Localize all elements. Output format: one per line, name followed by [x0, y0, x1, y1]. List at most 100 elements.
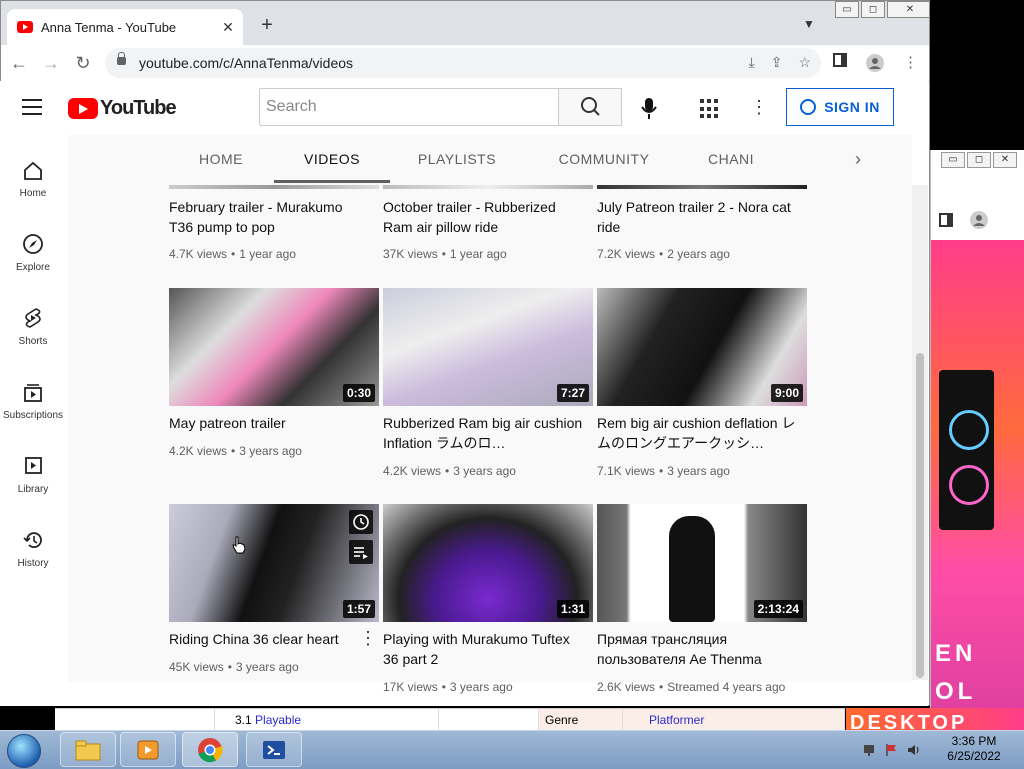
close-icon[interactable]: ✕ [993, 152, 1017, 168]
address-bar[interactable]: youtube.com/c/AnnaTenma/videos ⤓ ⇪ ☆ [105, 48, 821, 78]
add-to-queue-icon[interactable] [349, 540, 373, 564]
genre-label: Genre [539, 709, 623, 731]
video-thumbnail[interactable]: 1:57 [169, 504, 379, 622]
row-number: 3.1 [235, 713, 252, 727]
tab-videos[interactable]: VIDEOS [274, 135, 390, 183]
maximize-icon[interactable]: ◻ [967, 152, 991, 168]
settings-kebab-icon[interactable]: ⋮ [750, 97, 768, 117]
sidepanel-icon[interactable] [833, 53, 847, 67]
volume-icon[interactable] [906, 742, 922, 758]
sidebar-item-label: History [17, 558, 49, 569]
video-title[interactable]: February trailer - Murakumo T36 pump to … [169, 197, 369, 237]
sign-in-button[interactable]: SIGN IN [786, 88, 894, 126]
sidebar-item-history[interactable]: History [0, 529, 66, 569]
menu-icon[interactable] [22, 99, 42, 115]
install-icon[interactable]: ⤓ [749, 54, 755, 71]
watch-later-icon[interactable] [349, 510, 373, 534]
video-thumbnail[interactable]: 7:27 [383, 288, 593, 406]
chevron-right-icon[interactable]: › [843, 135, 873, 183]
taskbar-media-player[interactable] [120, 732, 176, 767]
video-meta: 17K views • 3 years ago [383, 680, 513, 694]
sidebar-item-explore[interactable]: Explore [0, 233, 66, 273]
minimize-icon[interactable]: ▭ [835, 1, 859, 18]
profile-icon[interactable] [865, 53, 885, 73]
video-thumbnail[interactable]: 2:13:24 [597, 504, 807, 622]
home-icon [24, 161, 42, 180]
search-input[interactable]: Search [259, 88, 559, 126]
youtube-logo[interactable]: YouTube [68, 97, 177, 120]
network-icon[interactable] [862, 742, 878, 758]
tab-community[interactable]: COMMUNITY [554, 135, 654, 183]
minimize-icon[interactable]: ▭ [941, 152, 965, 168]
video-title[interactable]: October trailer - Rubberized Ram air pil… [383, 197, 583, 237]
url-text[interactable]: youtube.com/c/AnnaTenma/videos [139, 55, 353, 71]
background-browser-window[interactable]: ▭ ◻ ✕ EN OL [930, 150, 1024, 710]
browser-tab[interactable]: Anna Tenma - YouTube ✕ [7, 9, 243, 45]
search-icon [581, 97, 600, 116]
row-link[interactable]: Playable [255, 713, 301, 727]
video-thumbnail[interactable] [383, 185, 593, 189]
video-thumbnail[interactable] [597, 185, 807, 189]
maximize-icon[interactable]: ◻ [861, 1, 885, 18]
reload-icon[interactable]: ↻ [73, 53, 93, 73]
video-title[interactable]: Прямая трансляция пользователя Ae Thenma [597, 629, 797, 669]
sidebar: Home Explore Shorts Subscriptions Librar… [0, 135, 66, 706]
sidebar-item-shorts[interactable]: Shorts [0, 307, 66, 347]
back-arrow-icon[interactable]: ← [9, 53, 29, 73]
page-scrollbar[interactable] [912, 185, 928, 680]
tab-playlists[interactable]: PLAYLISTS [412, 135, 502, 183]
action-center-flag-icon[interactable] [884, 742, 900, 758]
taskbar-explorer[interactable] [60, 732, 116, 767]
taskbar-chrome[interactable] [182, 732, 238, 767]
sidebar-item-library[interactable]: Library [0, 455, 66, 495]
tab-search-chevron-icon[interactable]: ▼ [803, 17, 815, 31]
video-action-kebab-icon[interactable]: ⋮ [359, 628, 377, 649]
search-button[interactable] [558, 88, 622, 126]
sidepanel-icon[interactable] [939, 213, 953, 227]
ad-banner-bottom[interactable]: DESKTOP [846, 708, 1024, 730]
video-title[interactable]: May patreon trailer [169, 413, 369, 433]
video-title[interactable]: Rubberized Ram big air cushion Inflation… [383, 413, 583, 453]
sidebar-item-home[interactable]: Home [0, 159, 66, 199]
video-duration: 2:13:24 [753, 600, 803, 618]
start-button[interactable] [4, 733, 44, 768]
table-cell: 3.1 Playable [229, 709, 439, 731]
video-meta: 45K views • 3 years ago [169, 660, 299, 674]
toolbar-right-actions: ⋮ [833, 53, 918, 73]
new-tab-button[interactable]: + [257, 15, 277, 35]
scrollbar-thumb[interactable] [916, 353, 924, 678]
sidebar-item-subscriptions[interactable]: Subscriptions [0, 381, 66, 421]
lock-icon[interactable] [117, 52, 126, 65]
close-icon[interactable]: ✕ [887, 1, 929, 18]
ad-pc-fan [949, 410, 989, 450]
video-thumbnail[interactable]: 1:31 [383, 504, 593, 622]
ad-text: EN [935, 640, 977, 667]
account-icon [800, 99, 817, 115]
forward-arrow-icon[interactable]: → [41, 53, 61, 73]
video-thumbnail[interactable]: 0:30 [169, 288, 379, 406]
profile-icon[interactable] [969, 210, 989, 230]
video-title[interactable]: Playing with Murakumo Tuftex 36 part 2 [383, 629, 583, 669]
genre-value[interactable]: Platformer [623, 709, 845, 731]
video-title[interactable]: July Patreon trailer 2 - Nora cat ride [597, 197, 797, 237]
taskbar-clock[interactable]: 3:36 PM 6/25/2022 [946, 734, 1002, 764]
sidebar-item-label: Library [17, 484, 49, 495]
video-thumbnail[interactable] [169, 185, 379, 189]
video-thumbnail[interactable]: 9:00 [597, 288, 807, 406]
tab-channels[interactable]: CHANI [708, 135, 768, 183]
video-title[interactable]: Rem big air cushion deflation レムのロングエアーク… [597, 413, 797, 453]
clock-date: 6/25/2022 [947, 749, 1001, 763]
share-icon[interactable]: ⇪ [771, 54, 783, 71]
advertisement[interactable]: EN OL [931, 240, 1024, 710]
browser-menu-icon[interactable]: ⋮ [903, 53, 918, 73]
microphone-icon[interactable] [636, 95, 662, 121]
history-icon [23, 532, 42, 548]
video-title[interactable]: Riding China 36 clear heart [169, 629, 369, 649]
tab-home[interactable]: HOME [190, 135, 252, 183]
tab-close-icon[interactable]: ✕ [219, 19, 237, 36]
window-controls: ▭ ◻ ✕ [835, 1, 929, 18]
bookmark-star-icon[interactable]: ☆ [798, 54, 811, 71]
apps-grid-icon[interactable] [700, 99, 720, 119]
chrome-icon [198, 737, 223, 762]
taskbar-powershell[interactable] [246, 732, 302, 767]
